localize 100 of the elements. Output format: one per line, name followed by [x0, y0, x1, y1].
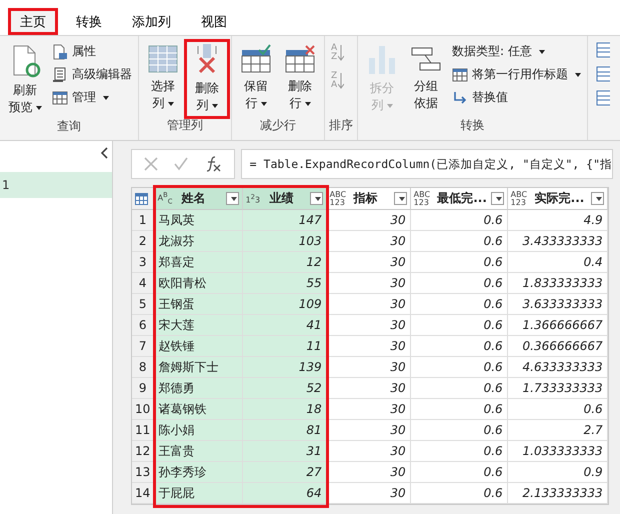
row-number: 6	[132, 315, 155, 336]
ribbon-button[interactable]: 管理	[50, 88, 134, 107]
table-cell: 81	[242, 420, 327, 441]
table-cell: 龙淑芬	[154, 231, 243, 252]
table-cell: 0.6	[410, 441, 508, 462]
table-tool-icon[interactable]	[596, 90, 610, 106]
table-cell: 郑喜定	[154, 252, 243, 273]
type-label[interactable]: ABC 123	[414, 190, 434, 206]
row-number: 9	[132, 378, 155, 399]
row-number: 4	[132, 273, 155, 294]
ribbon-button[interactable]: 删除 列	[187, 42, 227, 116]
table-cell: 4.9	[508, 210, 608, 231]
grid-icon	[452, 68, 468, 82]
ribbon-button[interactable]: 将第一行用作标题	[450, 65, 583, 84]
filter-button[interactable]	[490, 192, 504, 205]
table-cell: 41	[242, 315, 327, 336]
table-cell: 30	[326, 273, 411, 294]
table-cell: 宋大莲	[154, 315, 243, 336]
table-cell: 1.033333333	[508, 441, 608, 462]
group-label: 排序	[329, 117, 353, 134]
table-cell: 0.6	[410, 483, 508, 504]
row-number: 13	[132, 462, 155, 483]
table-cell: 3.633333333	[508, 294, 608, 315]
table-cell: 0.6	[410, 336, 508, 357]
table-cell: 0.6	[410, 420, 508, 441]
table-cell: 109	[242, 294, 327, 315]
table-cell: 郑德勇	[154, 378, 243, 399]
rows-delete-icon	[285, 44, 315, 74]
ribbon-tab[interactable]: 转换	[64, 8, 114, 35]
ribbon-button[interactable]: 删除 行	[280, 42, 320, 114]
query-item[interactable]: 1	[0, 172, 112, 198]
column-header[interactable]: 1$^{2}$3 业绩	[242, 188, 327, 210]
table-tool-icon[interactable]	[596, 66, 610, 82]
split-column-icon	[367, 44, 397, 76]
table-cell: 30	[326, 294, 411, 315]
check-icon[interactable]	[174, 157, 188, 171]
ribbon-button[interactable]: 选择 列	[143, 42, 183, 114]
table-cell: 30	[326, 336, 411, 357]
ribbon-button[interactable]: 替换值	[450, 88, 583, 107]
table-cell: 0.6	[410, 273, 508, 294]
ribbon-button[interactable]: 分组 依据	[406, 42, 446, 114]
table-cell: 12	[242, 252, 327, 273]
table-cell: 0.6	[410, 399, 508, 420]
row-number: 2	[132, 231, 155, 252]
ribbon-button[interactable]: 高级编辑器	[50, 65, 134, 84]
table-cell: 0.6	[410, 378, 508, 399]
grid-icon	[52, 90, 68, 104]
table-cell: 30	[326, 231, 411, 252]
table-cell: 0.6	[410, 462, 508, 483]
table-cell: 詹姆斯下士	[154, 357, 243, 378]
table-cell: 31	[242, 441, 327, 462]
ribbon-tab[interactable]: 添加列	[120, 8, 183, 35]
table-cell: 30	[326, 210, 411, 231]
filter-button[interactable]	[226, 192, 239, 205]
table-cell: 0.6	[410, 252, 508, 273]
ribbon-button[interactable]: 数据类型: 任意	[450, 42, 583, 61]
table-cell: 11	[242, 336, 327, 357]
table-cell: 陈小娟	[154, 420, 243, 441]
table-cell: 30	[326, 315, 411, 336]
table-cell: 0.6	[410, 357, 508, 378]
table-cell: 18	[242, 399, 327, 420]
table-cell: 诸葛钢铁	[154, 399, 243, 420]
row-number: 1	[132, 210, 155, 231]
table-tool-icon[interactable]	[596, 42, 610, 58]
table-cell: 147	[242, 210, 327, 231]
table-cell: 0.6	[410, 210, 508, 231]
type-label[interactable]: ABC 123	[330, 190, 350, 206]
column-header[interactable]: A$^{B}$$_{C}$ 姓名	[154, 188, 243, 210]
table-menu-icon[interactable]	[132, 188, 155, 210]
table-cell: 0.6	[410, 231, 508, 252]
table-cell: 马凤英	[154, 210, 243, 231]
row-number: 8	[132, 357, 155, 378]
filter-button[interactable]	[394, 192, 407, 205]
chevron-left-icon	[100, 147, 108, 159]
table-cell: 3.433333333	[508, 231, 608, 252]
ribbon-button[interactable]: 保留 行	[236, 42, 276, 114]
type-label[interactable]: ABC 123	[510, 190, 531, 206]
type-label[interactable]: 1$^{2}$3	[246, 192, 266, 204]
formula-field[interactable]: = Table.ExpandRecordColumn(已添加自定义, "自定义", {"指	[240, 149, 613, 179]
table-cell: 0.6	[410, 294, 508, 315]
ribbon-button[interactable]: 刷新 预览	[4, 42, 46, 118]
filter-button[interactable]	[590, 192, 604, 205]
table-cell: 于屁屁	[154, 483, 243, 504]
ribbon-button[interactable]: 属性	[50, 42, 134, 61]
table-cell: 1.733333333	[508, 378, 608, 399]
ribbon-tab[interactable]: 主页	[8, 8, 58, 35]
row-number: 3	[132, 252, 155, 273]
ribbon-tab[interactable]: 视图	[189, 8, 239, 35]
table-cell: 30	[326, 399, 411, 420]
row-number: 10	[132, 399, 155, 420]
down-arrow-icon	[338, 45, 344, 61]
table-cell: 64	[242, 483, 327, 504]
table-cell: 4.633333333	[508, 357, 608, 378]
row-number: 12	[132, 441, 155, 462]
table-cell: 孙李秀珍	[154, 462, 243, 483]
table-cell: 0.9	[508, 462, 608, 483]
properties-icon	[52, 44, 68, 60]
filter-button[interactable]	[310, 192, 323, 205]
rows-check-icon	[241, 44, 271, 74]
group-label: 查询	[56, 118, 82, 135]
